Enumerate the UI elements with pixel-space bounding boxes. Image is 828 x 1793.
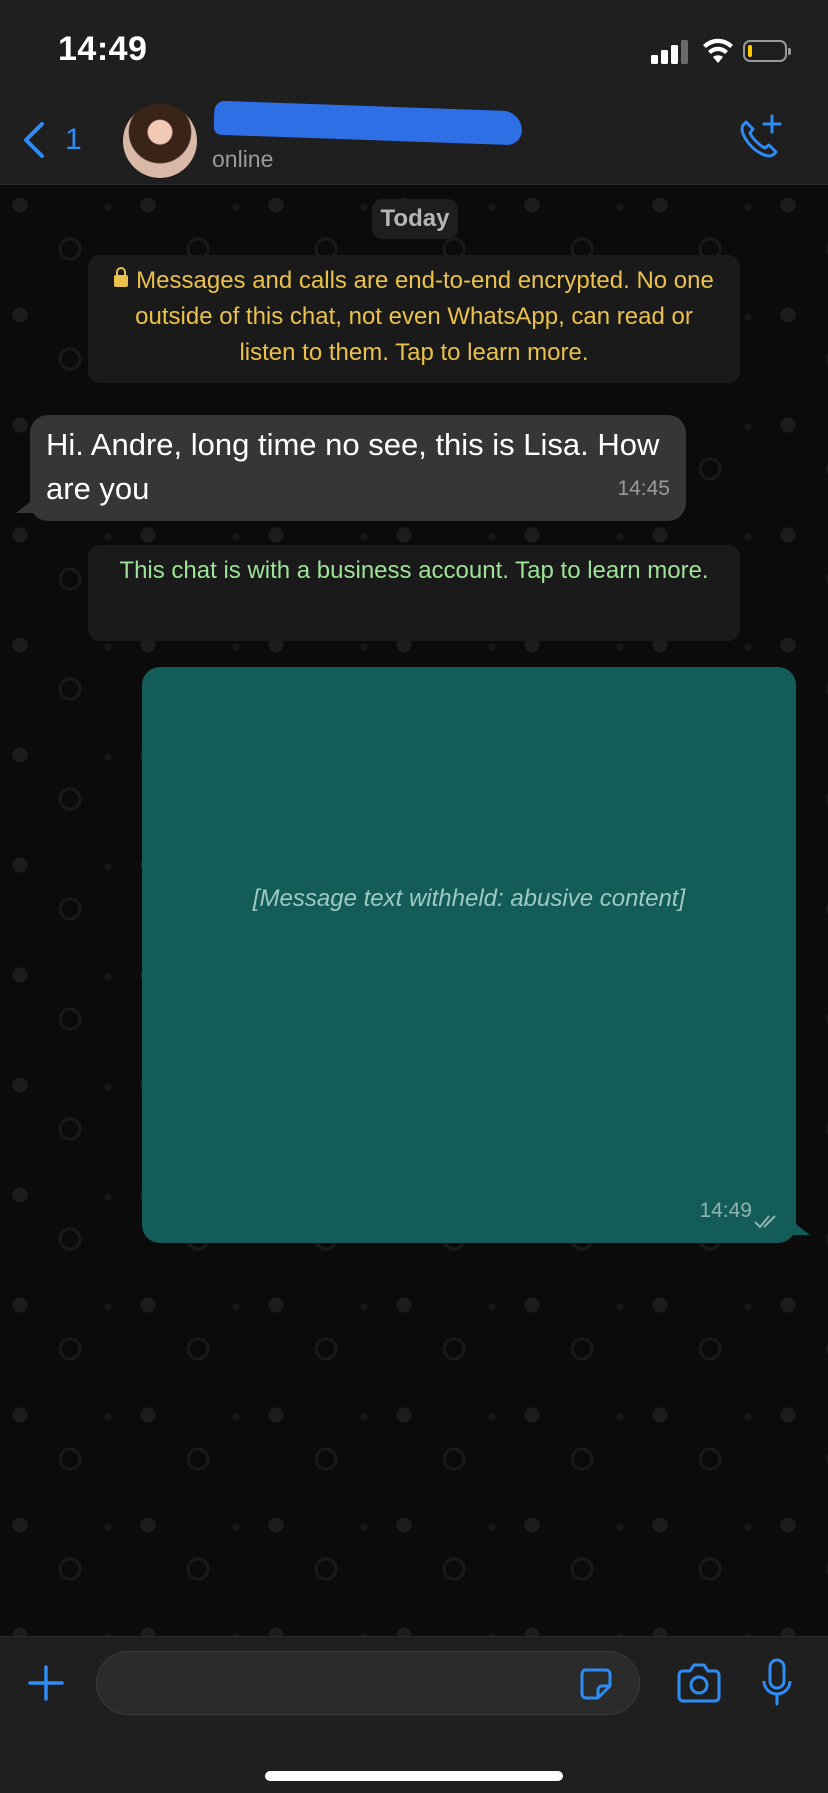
message-text: Hi. Andre, long time no see, this is Lis… (46, 427, 660, 506)
business-account-notice[interactable]: This chat is with a business account. Ta… (88, 545, 740, 641)
message-text: [Message text withheld: abusive content] (252, 885, 686, 912)
wifi-icon (703, 38, 733, 63)
microphone-icon[interactable] (760, 1657, 794, 1709)
status-bar: 14:49 (0, 0, 828, 100)
chevron-left-icon (24, 122, 44, 158)
date-divider: Today (372, 199, 458, 239)
sticker-icon[interactable] (578, 1666, 614, 1702)
chat-header: 1 online (0, 100, 828, 185)
message-composer (0, 1636, 828, 1793)
contact-avatar[interactable] (123, 104, 197, 178)
battery-icon (743, 40, 791, 62)
status-time: 14:49 (58, 30, 148, 68)
read-receipt-icon (754, 1215, 776, 1229)
contact-status: online (212, 146, 274, 172)
chat-area[interactable]: Today Messages and calls are end-to-end … (0, 185, 828, 1636)
incoming-message[interactable]: Hi. Andre, long time no see, this is Lis… (16, 415, 686, 521)
plus-icon[interactable] (26, 1663, 66, 1703)
back-button[interactable]: 1 (20, 118, 90, 162)
add-call-icon[interactable] (732, 112, 786, 166)
cellular-signal-icon (651, 40, 691, 64)
business-notice-text: This chat is with a business account. Ta… (119, 557, 709, 584)
encryption-notice[interactable]: Messages and calls are end-to-end encryp… (88, 255, 740, 383)
message-time: 14:45 (617, 477, 670, 500)
camera-icon[interactable] (675, 1661, 723, 1705)
lock-icon (114, 267, 129, 287)
home-indicator[interactable] (265, 1771, 563, 1781)
encryption-notice-text: Messages and calls are end-to-end encryp… (135, 267, 714, 366)
message-input[interactable] (96, 1651, 640, 1715)
outgoing-message[interactable]: [Message text withheld: abusive content]… (142, 667, 810, 1243)
message-time: 14:49 (699, 1199, 752, 1222)
unread-count: 1 (65, 123, 82, 156)
contact-name-redacted[interactable] (213, 100, 523, 146)
